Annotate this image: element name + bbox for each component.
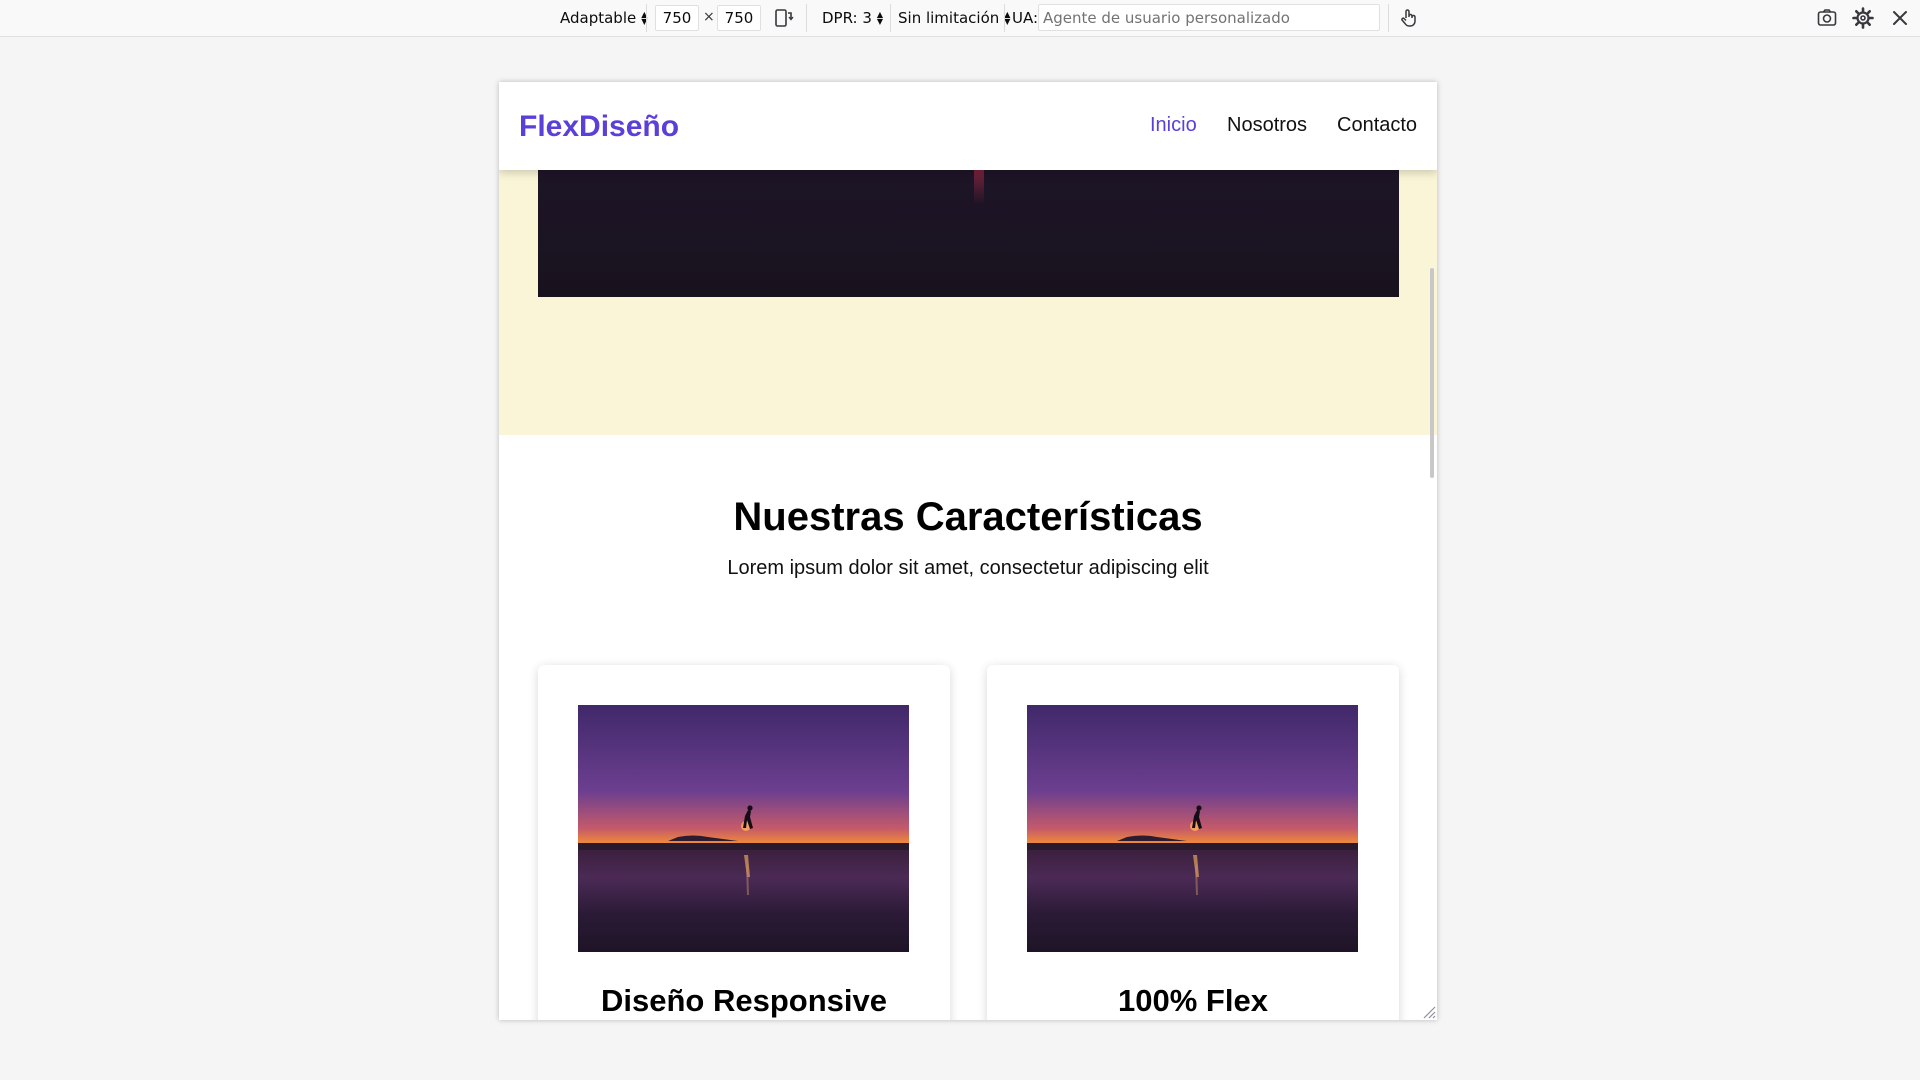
- resize-handle-icon[interactable]: [1420, 1003, 1436, 1019]
- toolbar-divider: [806, 4, 807, 32]
- feature-card: Diseño Responsive: [538, 665, 950, 1020]
- ua-label: UA:: [1012, 0, 1038, 36]
- hero-section: [499, 170, 1437, 435]
- features-title: Nuestras Características: [733, 495, 1203, 539]
- ua-label-text: UA:: [1012, 9, 1039, 27]
- close-icon[interactable]: [1888, 6, 1912, 30]
- nav-link-inicio[interactable]: Inicio: [1150, 114, 1197, 137]
- dpr-selector[interactable]: DPR: 3 ▲ ▼: [822, 0, 883, 36]
- throttle-label: Sin limitación: [898, 9, 1000, 27]
- toolbar-divider: [646, 4, 647, 32]
- height-value: 750: [724, 9, 754, 27]
- select-arrows-icon: ▲ ▼: [876, 10, 884, 26]
- nav-link-contacto[interactable]: Contacto: [1337, 114, 1417, 137]
- feature-card-image: [578, 705, 909, 952]
- touch-icon[interactable]: [1397, 6, 1421, 30]
- site-header: FlexDiseño Inicio Nosotros Contacto: [499, 82, 1437, 170]
- toolbar-divider: [890, 4, 891, 32]
- user-agent-input[interactable]: Agente de usuario personalizado: [1038, 4, 1380, 31]
- dimension-separator: ×: [703, 9, 715, 25]
- device-label: Adaptable: [560, 9, 637, 27]
- site-logo[interactable]: FlexDiseño: [519, 110, 679, 144]
- select-arrows-icon: ▲ ▼: [1004, 10, 1011, 26]
- hero-image: [538, 170, 1399, 297]
- emulated-viewport: FlexDiseño Inicio Nosotros Contacto Nues…: [499, 82, 1437, 1020]
- hero-image-reflection: [974, 170, 984, 204]
- toolbar-divider: [1388, 4, 1389, 32]
- device-selector[interactable]: Adaptable ▲ ▼: [560, 0, 647, 36]
- dpr-label: DPR: 3: [822, 9, 872, 27]
- rotate-icon[interactable]: [772, 6, 796, 30]
- nav-link-nosotros[interactable]: Nosotros: [1227, 114, 1307, 137]
- width-value: 750: [662, 9, 692, 27]
- responsive-toolbar: Adaptable ▲ ▼ 750 × 750 DPR: 3 ▲ ▼ Sin lim…: [0, 0, 1920, 37]
- ua-placeholder: Agente de usuario personalizado: [1043, 8, 1290, 27]
- feature-card-title: Diseño Responsive: [601, 983, 887, 1018]
- settings-icon[interactable]: [1851, 6, 1875, 30]
- features-subtitle: Lorem ipsum dolor sit amet, consectetur …: [727, 557, 1209, 579]
- viewport-scrollbar[interactable]: [1430, 268, 1434, 478]
- width-input[interactable]: 750: [655, 5, 699, 31]
- feature-card-title: 100% Flex: [1118, 983, 1268, 1018]
- screenshot-icon[interactable]: [1815, 6, 1839, 30]
- toolbar-divider: [1004, 4, 1005, 32]
- feature-card: 100% Flex: [987, 665, 1399, 1020]
- feature-card-image: [1027, 705, 1358, 952]
- height-input[interactable]: 750: [717, 5, 761, 31]
- network-throttle-selector[interactable]: Sin limitación ▲ ▼: [898, 0, 1010, 36]
